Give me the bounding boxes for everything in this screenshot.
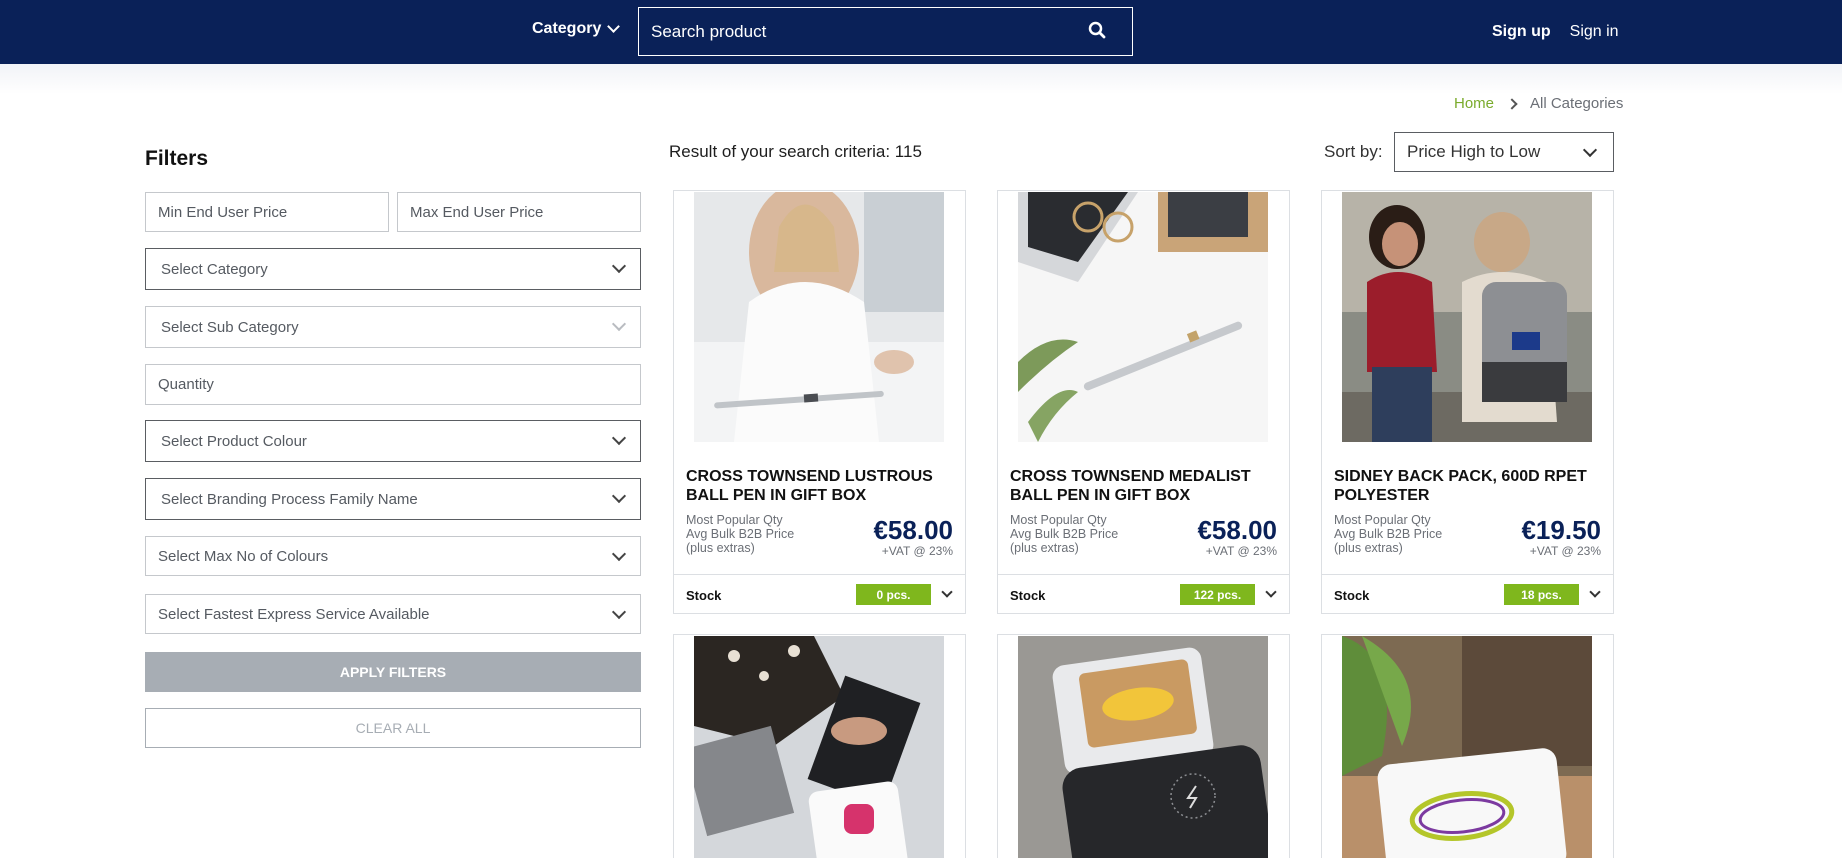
breadcrumb-home-link[interactable]: Home: [1454, 95, 1494, 112]
stock-label: Stock: [1010, 588, 1046, 603]
product-card[interactable]: [673, 634, 966, 858]
vat-note: +VAT @ 23%: [1529, 544, 1601, 558]
product-image[interactable]: [1018, 636, 1268, 858]
product-name[interactable]: CROSS TOWNSEND LUSTROUS BALL PEN IN GIFT…: [686, 467, 956, 505]
divider: [674, 574, 965, 575]
sort-by-label: Sort by:: [1324, 142, 1383, 161]
stock-label: Stock: [1334, 588, 1370, 603]
clear-all-button[interactable]: CLEAR ALL: [145, 708, 641, 748]
sort-select-value: Price High to Low: [1407, 142, 1541, 161]
max-price-field[interactable]: Max End User Price: [397, 192, 641, 232]
navbar-shadow: [0, 64, 1842, 94]
product-colour-select[interactable]: Select Product Colour: [145, 420, 641, 462]
min-price-placeholder: Min End User Price: [158, 203, 288, 221]
chevron-down-icon[interactable]: [1589, 586, 1601, 598]
stock-badge: 18 pcs.: [1504, 584, 1579, 605]
meta-line: Avg Bulk B2B Price: [686, 527, 795, 541]
chevron-right-icon: [1506, 97, 1518, 110]
filters-title: Filters: [145, 147, 209, 170]
meta-line: Most Popular Qty: [686, 513, 783, 527]
sub-category-select[interactable]: Select Sub Category: [145, 306, 641, 348]
sub-category-select-value: Select Sub Category: [161, 318, 299, 336]
divider: [998, 574, 1289, 575]
apply-filters-button[interactable]: APPLY FILTERS: [145, 652, 641, 692]
results-summary: Result of your search criteria: 115: [669, 142, 922, 161]
breadcrumb: Home All Categories: [1454, 95, 1623, 112]
meta-line: Most Popular Qty: [1334, 513, 1431, 527]
product-image[interactable]: [1342, 192, 1592, 442]
product-price: €19.50: [1521, 515, 1601, 545]
sign-up-link[interactable]: Sign up: [1492, 23, 1551, 41]
min-price-field[interactable]: Min End User Price: [145, 192, 389, 232]
max-price-placeholder: Max End User Price: [410, 203, 544, 221]
search-icon[interactable]: [1088, 21, 1110, 43]
top-navbar: Category Sign up Sign in: [0, 0, 1842, 64]
stock-badge: 0 pcs.: [856, 584, 931, 605]
meta-line: (plus extras): [1334, 541, 1403, 555]
stock-label: Stock: [686, 588, 722, 603]
product-name[interactable]: CROSS TOWNSEND MEDALIST BALL PEN IN GIFT…: [1010, 467, 1280, 505]
chevron-down-icon[interactable]: [941, 586, 953, 598]
product-price: €58.00: [1197, 515, 1277, 545]
chevron-down-icon: [611, 316, 627, 332]
product-card[interactable]: CROSS TOWNSEND LUSTROUS BALL PEN IN GIFT…: [673, 190, 966, 614]
product-image[interactable]: [1342, 636, 1592, 858]
vat-note: +VAT @ 23%: [881, 544, 953, 558]
chevron-down-icon[interactable]: [1265, 586, 1277, 598]
product-price: €58.00: [873, 515, 953, 545]
max-colours-value: Select Max No of Colours: [158, 547, 329, 565]
chevron-down-icon: [611, 488, 627, 504]
product-card[interactable]: SIDNEY BACK PACK, 600D RPET POLYESTER Mo…: [1321, 190, 1614, 614]
quantity-placeholder: Quantity: [158, 376, 214, 393]
category-select-value: Select Category: [161, 260, 268, 278]
meta-line: Avg Bulk B2B Price: [1010, 527, 1119, 541]
chevron-down-icon: [611, 546, 627, 562]
product-card[interactable]: CROSS TOWNSEND MEDALIST BALL PEN IN GIFT…: [997, 190, 1290, 614]
divider: [1322, 574, 1613, 575]
meta-line: Avg Bulk B2B Price: [1334, 527, 1443, 541]
search-input[interactable]: [651, 21, 1088, 42]
meta-line: (plus extras): [686, 541, 755, 555]
chevron-down-icon: [611, 604, 627, 620]
chevron-down-icon: [607, 20, 621, 33]
chevron-down-icon: [1582, 142, 1598, 158]
product-meta: Most Popular Qty Avg Bulk B2B Price (plu…: [1010, 513, 1118, 555]
quantity-field[interactable]: Quantity: [145, 364, 641, 405]
chevron-down-icon: [611, 430, 627, 446]
chevron-down-icon: [611, 258, 627, 274]
vat-note: +VAT @ 23%: [1205, 544, 1277, 558]
account-links: Sign up Sign in: [1492, 23, 1619, 41]
product-card[interactable]: [1321, 634, 1614, 858]
stock-badge: 122 pcs.: [1180, 584, 1255, 605]
product-card[interactable]: [997, 634, 1290, 858]
express-service-select[interactable]: Select Fastest Express Service Available: [145, 594, 641, 634]
meta-line: (plus extras): [1010, 541, 1079, 555]
branding-process-value: Select Branding Process Family Name: [161, 490, 418, 508]
search-box: [638, 7, 1133, 56]
breadcrumb-current: All Categories: [1530, 95, 1624, 112]
category-menu-button[interactable]: Category: [532, 20, 621, 38]
sign-in-link[interactable]: Sign in: [1570, 23, 1619, 41]
category-select[interactable]: Select Category: [145, 248, 641, 290]
branding-process-select[interactable]: Select Branding Process Family Name: [145, 478, 641, 520]
sort-select[interactable]: Price High to Low: [1394, 132, 1614, 172]
product-colour-value: Select Product Colour: [161, 432, 307, 450]
product-name[interactable]: SIDNEY BACK PACK, 600D RPET POLYESTER: [1334, 467, 1604, 505]
category-menu-label: Category: [532, 20, 602, 37]
product-meta: Most Popular Qty Avg Bulk B2B Price (plu…: [1334, 513, 1442, 555]
product-image[interactable]: [694, 192, 944, 442]
meta-line: Most Popular Qty: [1010, 513, 1107, 527]
express-service-value: Select Fastest Express Service Available: [158, 605, 430, 623]
product-meta: Most Popular Qty Avg Bulk B2B Price (plu…: [686, 513, 794, 555]
product-image[interactable]: [1018, 192, 1268, 442]
product-image[interactable]: [694, 636, 944, 858]
max-colours-select[interactable]: Select Max No of Colours: [145, 536, 641, 576]
